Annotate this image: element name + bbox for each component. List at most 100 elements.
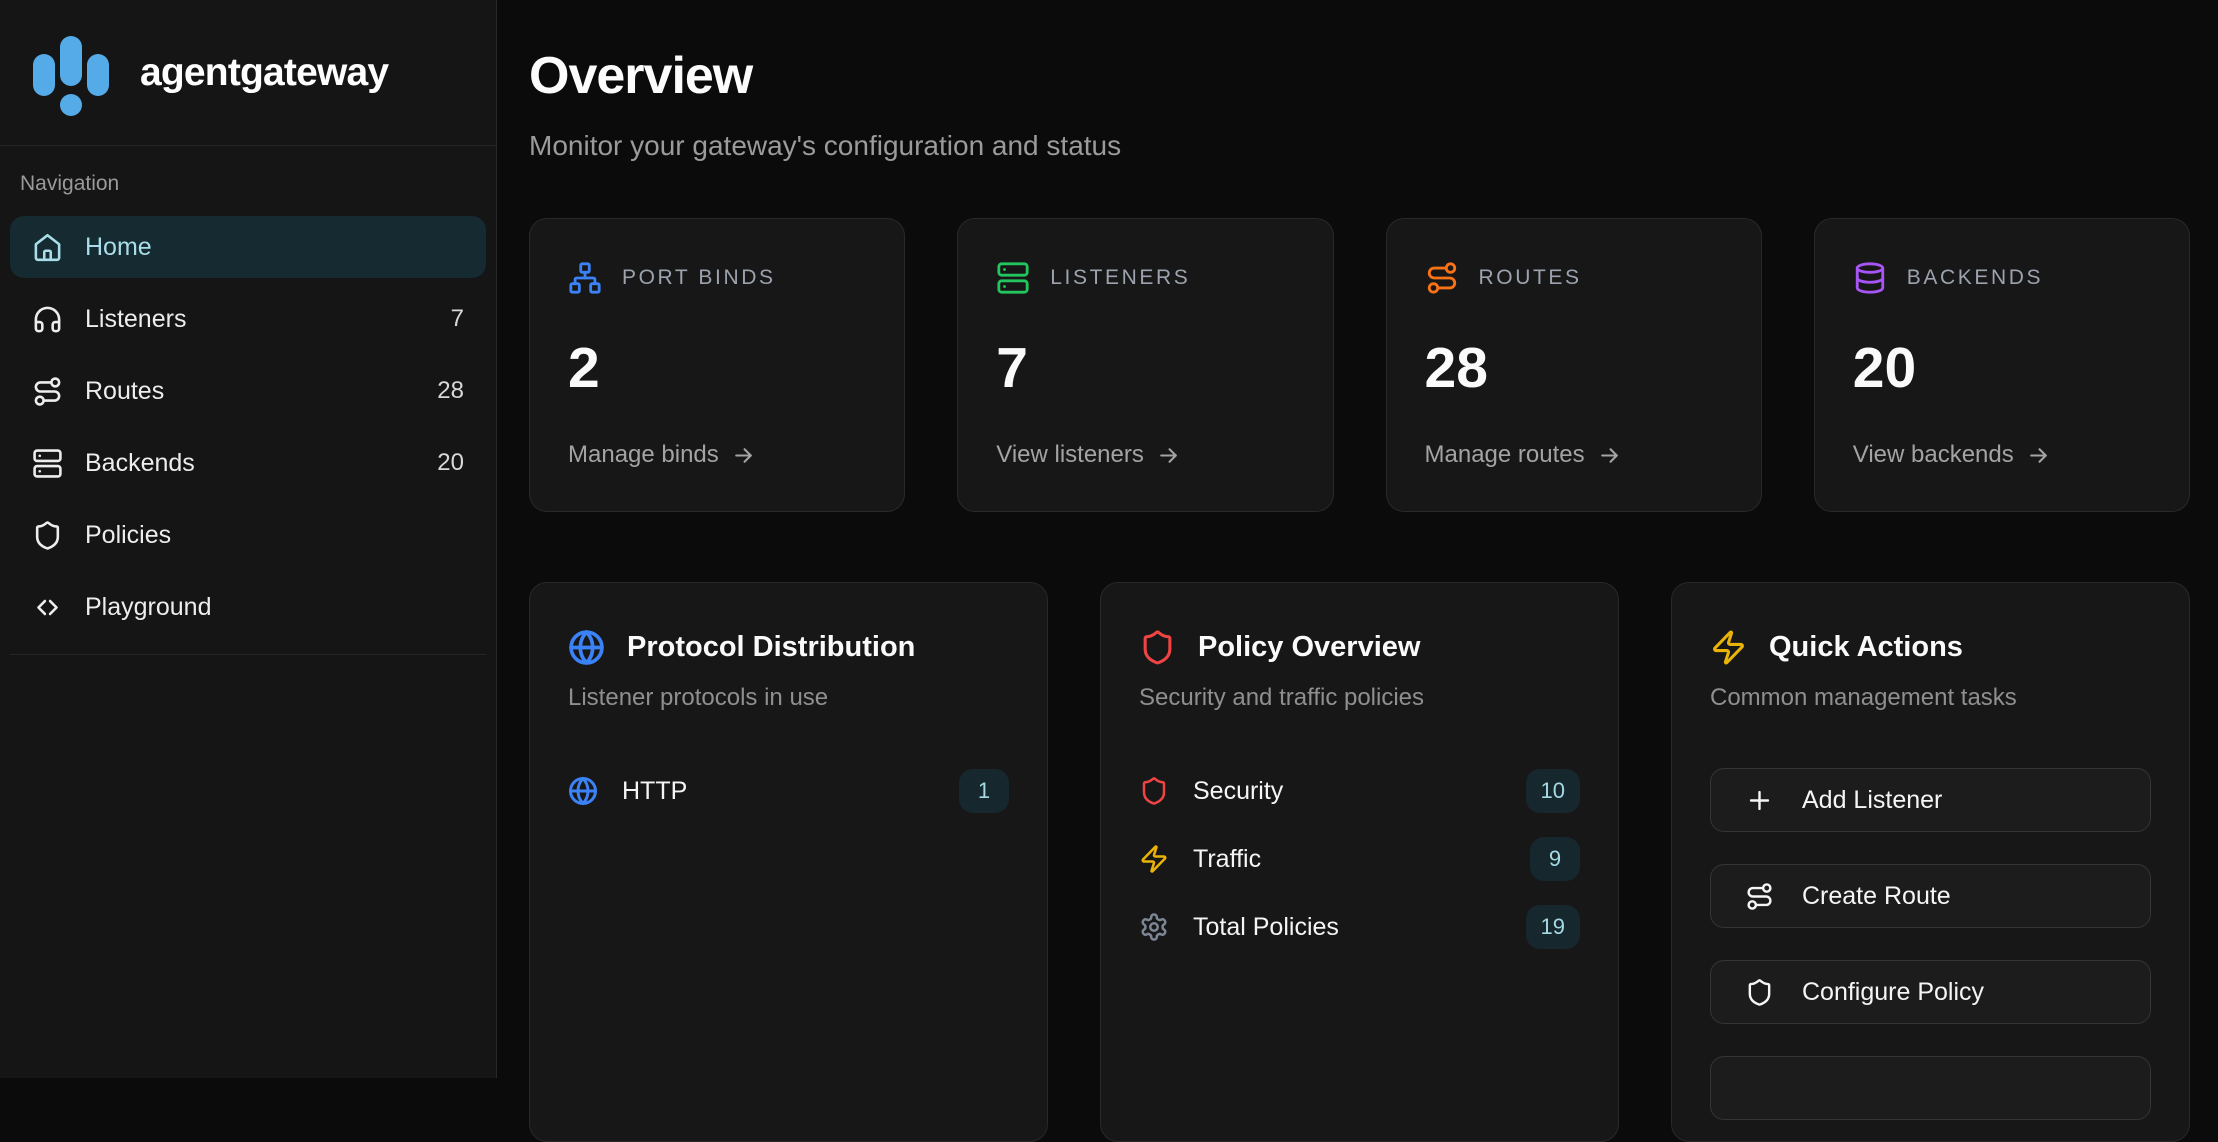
panel-body: Security 10 Traffic 9 Total Policies 19	[1139, 768, 1580, 950]
stat-card-backends: BACKENDS 20 View backends	[1814, 218, 2190, 512]
arrow-right-icon	[1156, 443, 1181, 468]
protocol-label: HTTP	[622, 777, 687, 806]
stat-card-header: BACKENDS	[1853, 261, 2151, 295]
sidebar-item-label: Home	[85, 233, 152, 262]
stat-card-header: PORT BINDS	[568, 261, 866, 295]
shield-icon	[1139, 776, 1169, 806]
sidebar-item-label: Listeners	[85, 305, 186, 334]
create-route-button[interactable]: Create Route	[1710, 864, 2151, 928]
arrow-right-icon	[1597, 443, 1622, 468]
policy-row-label: Traffic	[1193, 845, 1261, 874]
sidebar-item-home[interactable]: Home	[10, 216, 486, 278]
policy-row-traffic: Traffic 9	[1139, 836, 1580, 882]
server-icon	[996, 261, 1030, 295]
policy-row-total: Total Policies 19	[1139, 904, 1580, 950]
shield-icon	[1745, 978, 1774, 1007]
quick-action-button-partial[interactable]	[1710, 1056, 2151, 1120]
main-content: Overview Monitor your gateway's configur…	[497, 0, 2218, 1078]
route-icon	[1745, 882, 1774, 911]
plus-icon	[1745, 786, 1774, 815]
stat-value: 28	[1425, 340, 1723, 397]
stat-label: LISTENERS	[1050, 266, 1190, 290]
protocol-count-badge: 1	[959, 769, 1009, 813]
route-icon	[1425, 261, 1459, 295]
brand-name: agentgateway	[140, 51, 388, 95]
sidebar-item-label: Policies	[85, 521, 171, 550]
manage-binds-link[interactable]: Manage binds	[568, 441, 866, 469]
stat-label: BACKENDS	[1907, 266, 2043, 290]
configure-policy-button[interactable]: Configure Policy	[1710, 960, 2151, 1024]
sidebar-item-label: Playground	[85, 593, 211, 622]
arrow-right-icon	[731, 443, 756, 468]
sidebar-item-playground[interactable]: Playground	[10, 576, 486, 638]
panel-header: Quick Actions	[1710, 629, 2151, 666]
sidebar-item-count: 7	[451, 305, 464, 333]
route-icon	[32, 376, 63, 407]
manage-routes-link[interactable]: Manage routes	[1425, 441, 1723, 469]
headphones-icon	[32, 304, 63, 335]
arrow-right-icon	[2026, 443, 2051, 468]
panel-title: Quick Actions	[1769, 631, 1963, 664]
sidebar-item-label: Routes	[85, 377, 164, 406]
sidebar-item-label: Backends	[85, 449, 195, 478]
panel-subtitle: Common management tasks	[1710, 684, 2151, 712]
stat-label: ROUTES	[1479, 266, 1582, 290]
network-icon	[568, 261, 602, 295]
add-listener-button[interactable]: Add Listener	[1710, 768, 2151, 832]
sidebar-item-policies[interactable]: Policies	[10, 504, 486, 566]
stat-value: 7	[996, 340, 1294, 397]
button-label: Add Listener	[1802, 786, 1942, 815]
nav-section-label: Navigation	[10, 168, 486, 216]
policy-count-badge: 10	[1526, 769, 1580, 813]
database-icon	[1853, 261, 1887, 295]
button-label: Configure Policy	[1802, 978, 1984, 1007]
stat-link-label: View listeners	[996, 441, 1144, 469]
globe-icon	[568, 776, 598, 806]
stat-card-port-binds: PORT BINDS 2 Manage binds	[529, 218, 905, 512]
stat-card-header: LISTENERS	[996, 261, 1294, 295]
zap-icon	[1710, 629, 1747, 666]
code-icon	[32, 592, 63, 623]
policy-count-badge: 19	[1526, 905, 1580, 949]
policy-overview-panel: Policy Overview Security and traffic pol…	[1100, 582, 1619, 1142]
stat-link-label: Manage binds	[568, 441, 719, 469]
panel-body: HTTP 1	[568, 768, 1009, 814]
panel-title: Policy Overview	[1198, 631, 1420, 664]
sidebar-item-count: 20	[437, 449, 464, 477]
shield-icon	[32, 520, 63, 551]
home-icon	[32, 232, 63, 263]
panel-body: Add Listener Create Route Configure Poli…	[1710, 768, 2151, 1120]
sidebar: agentgateway Navigation Home Listeners 7…	[0, 0, 497, 1078]
view-backends-link[interactable]: View backends	[1853, 441, 2151, 469]
quick-actions-panel: Quick Actions Common management tasks Ad…	[1671, 582, 2190, 1142]
stat-value: 2	[568, 340, 866, 397]
page-title: Overview	[529, 46, 2190, 106]
protocol-row-http: HTTP 1	[568, 768, 1009, 814]
stat-card-routes: ROUTES 28 Manage routes	[1386, 218, 1762, 512]
settings-icon	[1139, 912, 1169, 942]
sidebar-nav: Navigation Home Listeners 7 Routes 28	[0, 146, 496, 655]
stat-card-header: ROUTES	[1425, 261, 1723, 295]
sidebar-item-listeners[interactable]: Listeners 7	[10, 288, 486, 350]
agentgateway-logo-icon	[30, 29, 112, 117]
brand[interactable]: agentgateway	[0, 0, 496, 146]
page-subtitle: Monitor your gateway's configuration and…	[529, 130, 2190, 162]
panel-subtitle: Listener protocols in use	[568, 684, 1009, 712]
policy-row-label: Total Policies	[1193, 913, 1339, 942]
zap-icon	[1139, 844, 1169, 874]
globe-icon	[568, 629, 605, 666]
stat-link-label: View backends	[1853, 441, 2014, 469]
stat-link-label: Manage routes	[1425, 441, 1585, 469]
panel-header: Policy Overview	[1139, 629, 1580, 666]
stat-card-listeners: LISTENERS 7 View listeners	[957, 218, 1333, 512]
sidebar-divider	[10, 654, 486, 655]
stat-label: PORT BINDS	[622, 266, 776, 290]
view-listeners-link[interactable]: View listeners	[996, 441, 1294, 469]
stat-value: 20	[1853, 340, 2151, 397]
protocol-distribution-panel: Protocol Distribution Listener protocols…	[529, 582, 1048, 1142]
policy-count-badge: 9	[1530, 837, 1580, 881]
sidebar-item-backends[interactable]: Backends 20	[10, 432, 486, 494]
sidebar-item-routes[interactable]: Routes 28	[10, 360, 486, 422]
shield-icon	[1139, 629, 1176, 666]
button-label: Create Route	[1802, 882, 1951, 911]
